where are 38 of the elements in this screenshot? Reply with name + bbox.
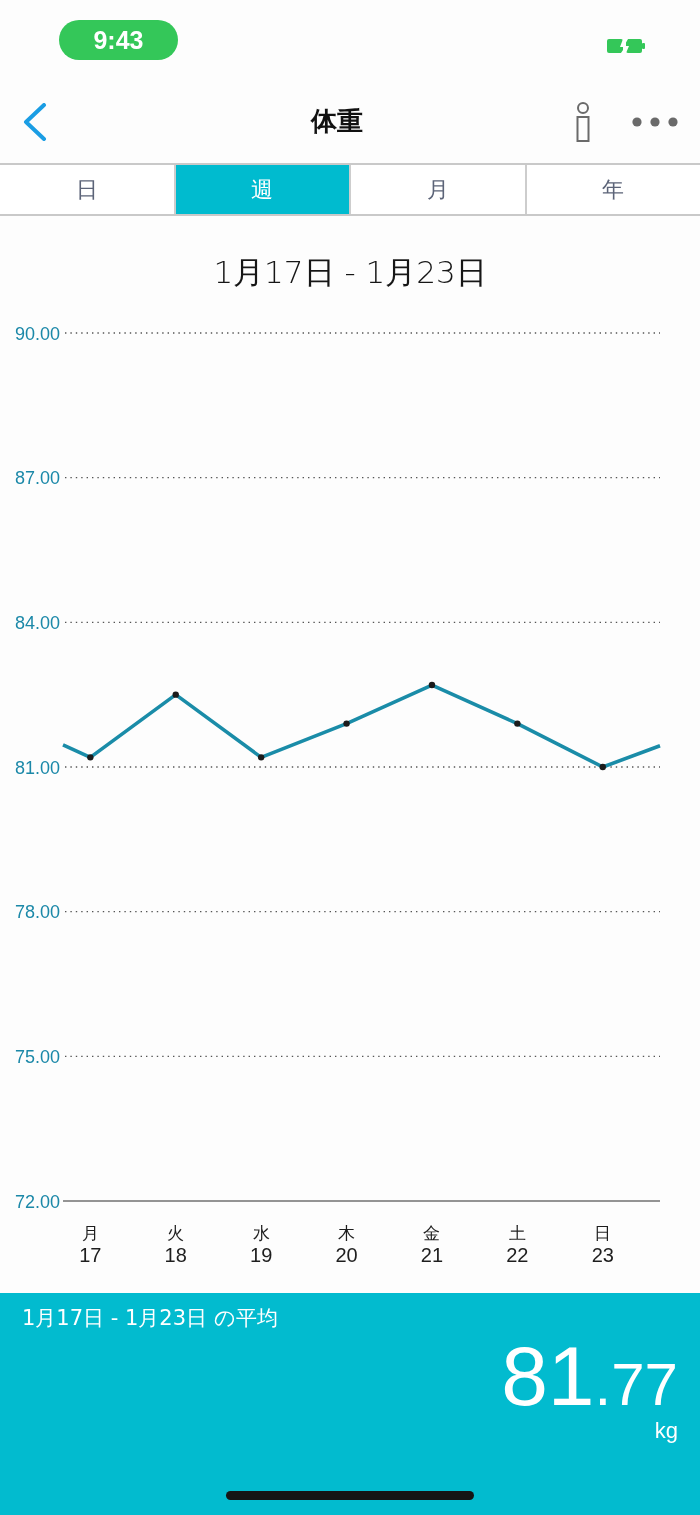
data-point: [87, 754, 94, 761]
weekday-label: 火: [167, 1223, 185, 1243]
data-point: [257, 754, 265, 761]
average-value: 81.77: [501, 1334, 678, 1418]
weekday-label: 木: [338, 1223, 356, 1243]
data-point: [343, 720, 350, 727]
data-point: [428, 681, 436, 689]
data-point: [514, 720, 521, 727]
more-icon[interactable]: [632, 116, 678, 127]
average-label: 1月17日 - 1月23日 の平均: [22, 1305, 278, 1331]
y-axis-label: 75.00: [14, 1046, 60, 1067]
unit-label: kg: [654, 1418, 678, 1444]
y-axis-label: 72.00: [14, 1191, 60, 1212]
battery-icon: [607, 38, 645, 54]
x-axis-label: 17: [79, 1244, 102, 1266]
data-point: [172, 691, 179, 698]
x-axis-label: 22: [506, 1244, 529, 1266]
x-axis-label: 21: [420, 1244, 444, 1266]
weekday-label: 金: [423, 1223, 441, 1243]
weekday-label: 土: [508, 1223, 526, 1243]
y-axis-label: 84.00: [14, 612, 60, 633]
x-axis-label: 23: [591, 1244, 614, 1266]
y-axis-label: 87.00: [14, 468, 60, 489]
x-axis-label: 20: [335, 1244, 358, 1266]
weekday-label: 水: [252, 1223, 270, 1243]
data-point: [599, 763, 606, 771]
x-axis-label: 19: [250, 1244, 273, 1266]
y-axis-label: 81.00: [14, 757, 60, 778]
y-axis-label: 90.00: [14, 323, 60, 344]
back-icon[interactable]: [22, 102, 47, 141]
page-title: 体重: [311, 105, 363, 138]
x-axis-label: 18: [164, 1244, 187, 1266]
weekday-label: 月: [81, 1223, 99, 1243]
y-axis-label: 78.00: [14, 902, 60, 923]
info-icon[interactable]: [576, 101, 590, 142]
date-range-title: 1月17日 - 1月23日: [213, 253, 487, 292]
weekday-label: 日: [594, 1223, 612, 1243]
status-time: 9:43: [59, 20, 178, 60]
